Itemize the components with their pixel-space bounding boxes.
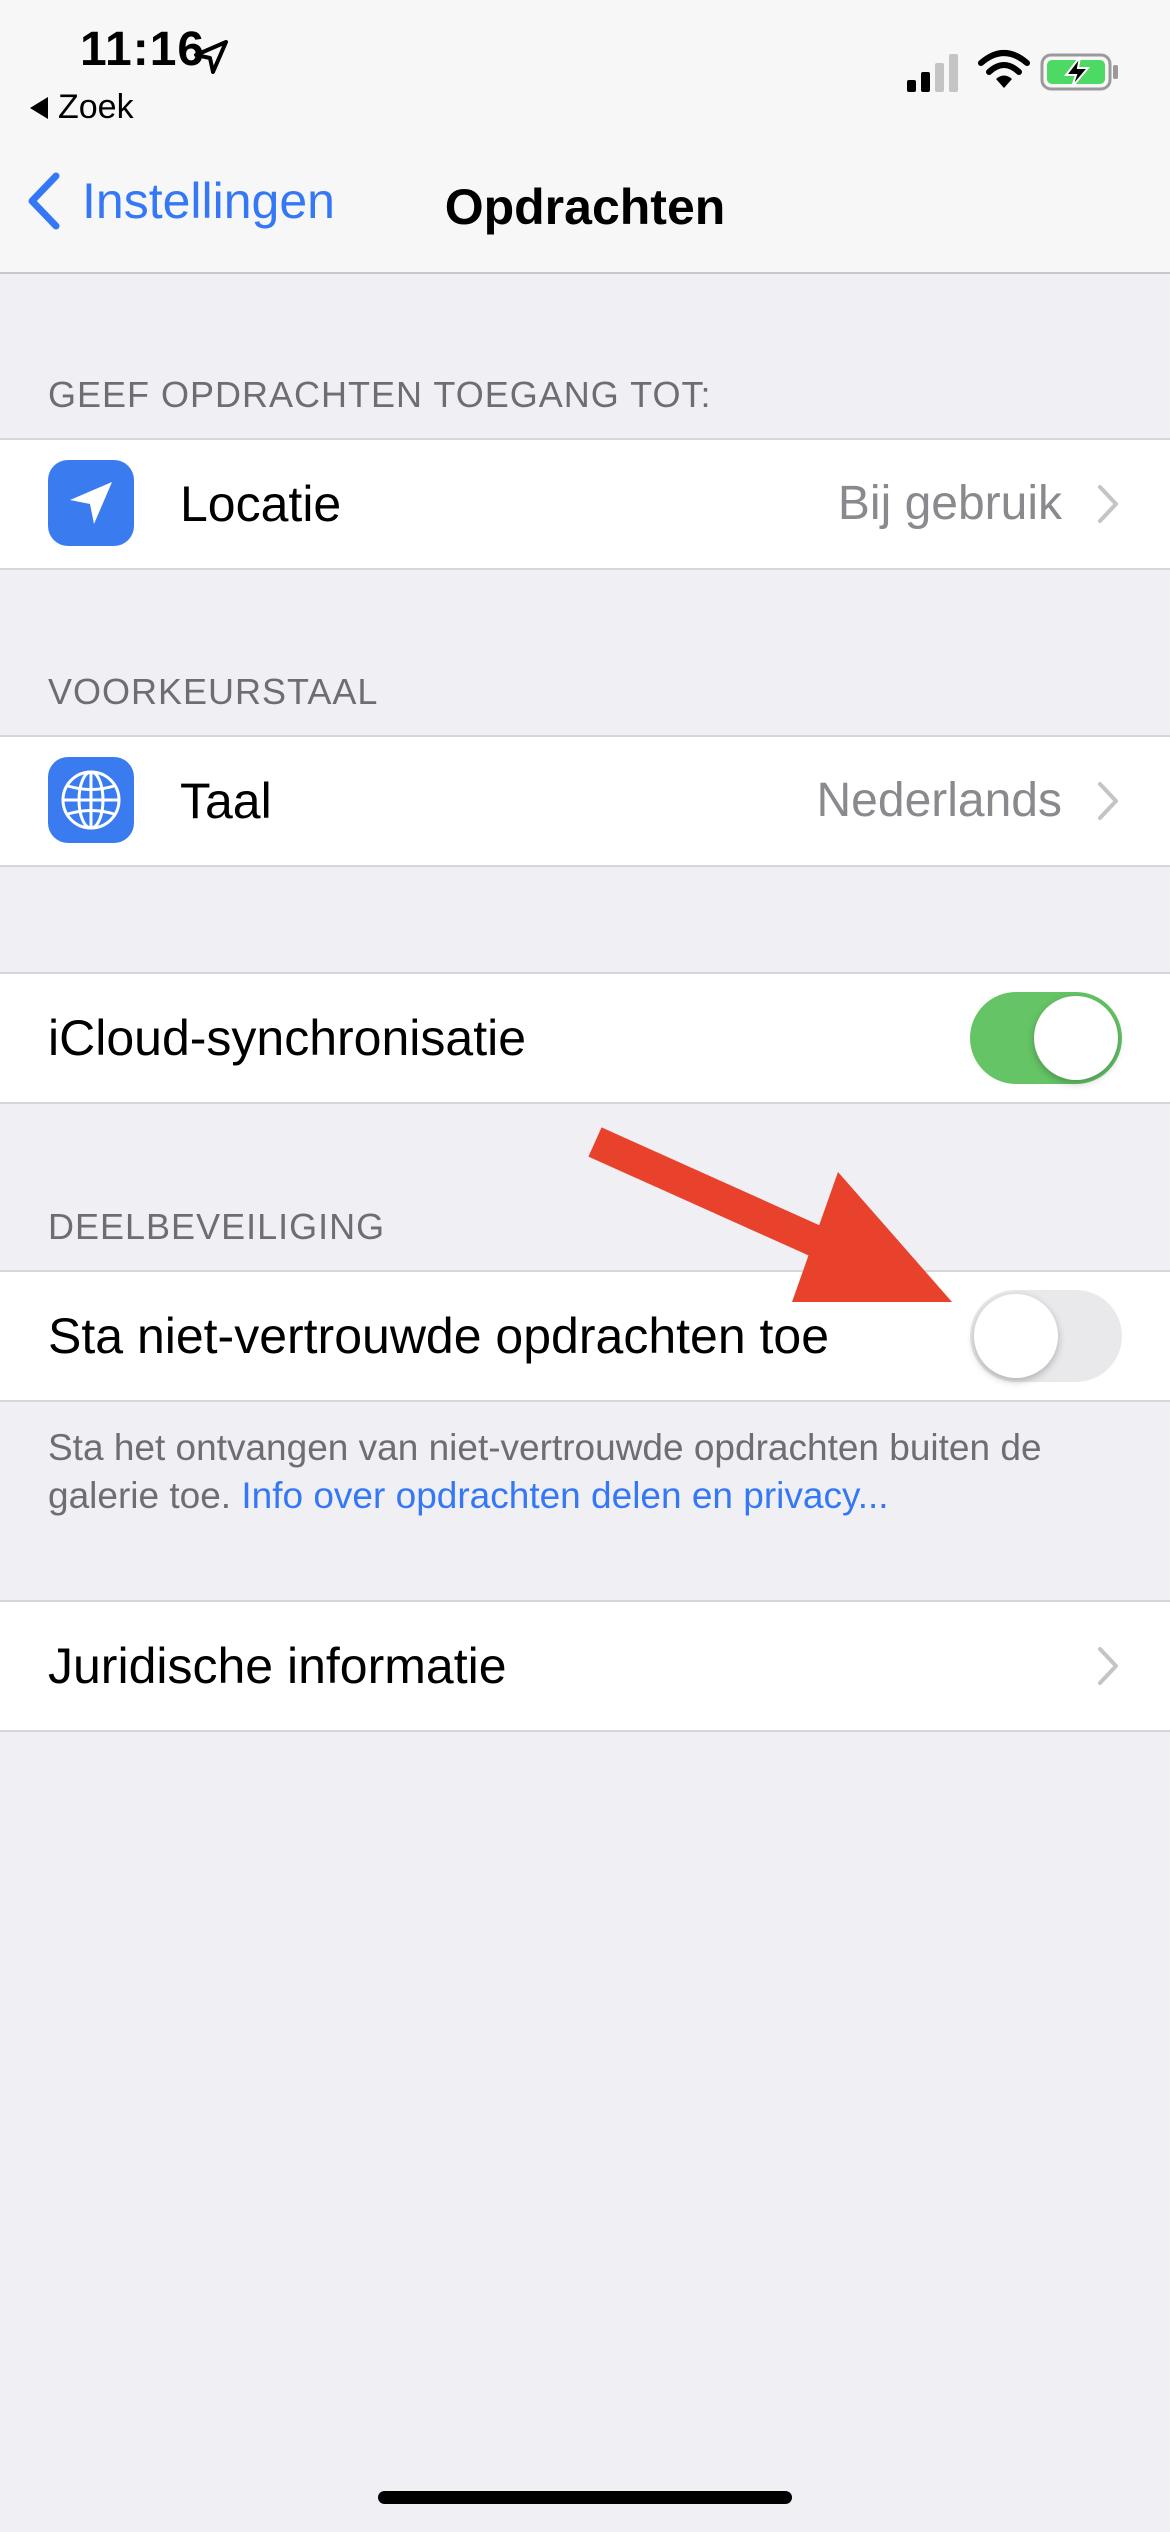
sharing-footer: Sta het ontvangen van niet-vertrouwde op…: [48, 1424, 1128, 1520]
back-to-app-label: Zoek: [58, 88, 134, 126]
language-value: Nederlands: [816, 774, 1062, 827]
untrusted-shortcuts-toggle[interactable]: [970, 1290, 1122, 1382]
section-header-sharing: DEELBEVEILIGING: [48, 1206, 386, 1247]
icloud-sync-toggle[interactable]: [970, 992, 1122, 1084]
location-row[interactable]: Locatie Bij gebruik: [0, 438, 1170, 570]
language-label: Taal: [180, 773, 272, 829]
location-value: Bij gebruik: [837, 477, 1062, 530]
chevron-right-icon: [1098, 782, 1118, 820]
chevron-left-icon: [28, 172, 60, 230]
back-button-label: Instellingen: [82, 173, 335, 229]
icloud-sync-row: iCloud-synchronisatie: [0, 972, 1170, 1104]
back-to-app-button[interactable]: Zoek: [30, 88, 134, 127]
legal-info-row[interactable]: Juridische informatie: [0, 1600, 1170, 1732]
section-header-access: GEEF OPDRACHTEN TOEGANG TOT:: [48, 374, 712, 415]
back-triangle-icon: [30, 96, 48, 119]
signal-icon: [907, 54, 958, 92]
legal-info-label: Juridische informatie: [48, 1638, 507, 1694]
chevron-right-icon: [1098, 1647, 1118, 1685]
chevron-right-icon: [1098, 485, 1118, 523]
back-button[interactable]: Instellingen: [24, 170, 335, 232]
annotation-arrow: [588, 1127, 952, 1302]
location-arrow-icon: [194, 40, 228, 74]
location-app-icon: [48, 460, 134, 546]
section-header-language: VOORKEURSTAAL: [48, 671, 379, 712]
privacy-info-link[interactable]: Info over opdrachten delen en privacy...: [241, 1475, 888, 1516]
language-row[interactable]: Taal Nederlands: [0, 735, 1170, 867]
location-arrow-icon: [70, 482, 112, 524]
language-app-icon: [48, 757, 134, 843]
wifi-icon: [978, 50, 1030, 88]
location-label: Locatie: [180, 476, 342, 532]
home-indicator[interactable]: [378, 2491, 792, 2504]
toggle-knob: [1034, 996, 1118, 1080]
status-time: 11:16: [80, 23, 206, 76]
globe-icon: [61, 770, 121, 830]
battery-charging-icon: [1040, 53, 1118, 91]
toggle-knob: [974, 1294, 1058, 1378]
icloud-sync-label: iCloud-synchronisatie: [48, 1010, 527, 1066]
